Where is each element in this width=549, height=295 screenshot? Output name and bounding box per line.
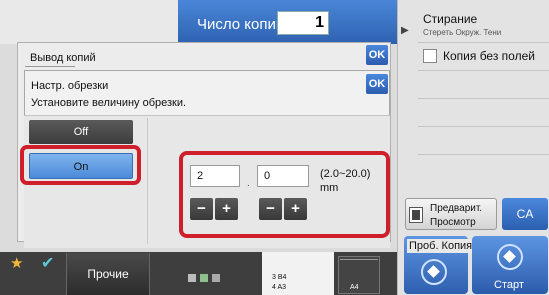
borderless-label[interactable]: Копия без полей <box>443 49 535 63</box>
preview-icon <box>409 207 423 223</box>
panel-divider <box>418 154 549 155</box>
erase-title[interactable]: Стирание <box>423 12 477 26</box>
copy-output-ok-button[interactable]: OK <box>366 45 388 65</box>
panel-divider <box>418 126 549 127</box>
panel-divider <box>418 98 549 99</box>
status-icons <box>186 256 256 292</box>
start-icon <box>497 244 523 270</box>
ca-button[interactable]: CA <box>502 198 548 230</box>
trim-dialog-title: Настр. обрезки <box>31 80 109 92</box>
borderless-checkbox[interactable] <box>423 49 437 63</box>
collapse-arrow-icon[interactable]: ▶ <box>401 25 409 36</box>
title-underline <box>25 66 75 67</box>
copies-label: Число копий <box>197 16 285 33</box>
paper-size-tile[interactable] <box>338 256 380 294</box>
preview-label-line2: Просмотр <box>430 217 476 228</box>
paper-tray-indicator[interactable]: 3 B4 4 A3 <box>262 252 334 295</box>
tile-divider <box>340 259 378 260</box>
star-icon[interactable]: ★ <box>10 254 23 272</box>
copy-output-title: Вывод копий <box>30 52 96 64</box>
copies-input[interactable]: 1 <box>277 11 329 35</box>
inputs-highlight-frame <box>179 151 390 238</box>
erase-subtitle: Стереть Окруж. Тени <box>423 28 502 37</box>
trial-copy-label: Проб. Копия <box>407 239 475 253</box>
off-button[interactable]: Off <box>29 120 133 144</box>
check-icon[interactable]: ✔ <box>41 253 54 273</box>
paper-line-2: 4 A3 <box>272 284 287 291</box>
other-button[interactable]: Прочие <box>66 253 150 295</box>
panel-divider <box>418 42 549 43</box>
trial-copy-icon <box>421 259 447 285</box>
paper-size-label: A4 <box>350 284 359 291</box>
panel-divider <box>147 118 148 244</box>
paper-line-1: 3 B4 <box>272 274 287 281</box>
on-highlight-frame <box>20 145 141 185</box>
status-icon <box>200 274 208 282</box>
start-label: Старт <box>494 279 524 291</box>
trim-dialog-subtitle: Установите величину обрезки. <box>31 97 187 109</box>
preview-label-line1: Предварит. <box>430 203 483 214</box>
status-icon <box>212 274 220 282</box>
panel-divider <box>418 70 549 71</box>
status-icon <box>188 274 196 282</box>
trim-ok-button[interactable]: OK <box>366 74 388 94</box>
